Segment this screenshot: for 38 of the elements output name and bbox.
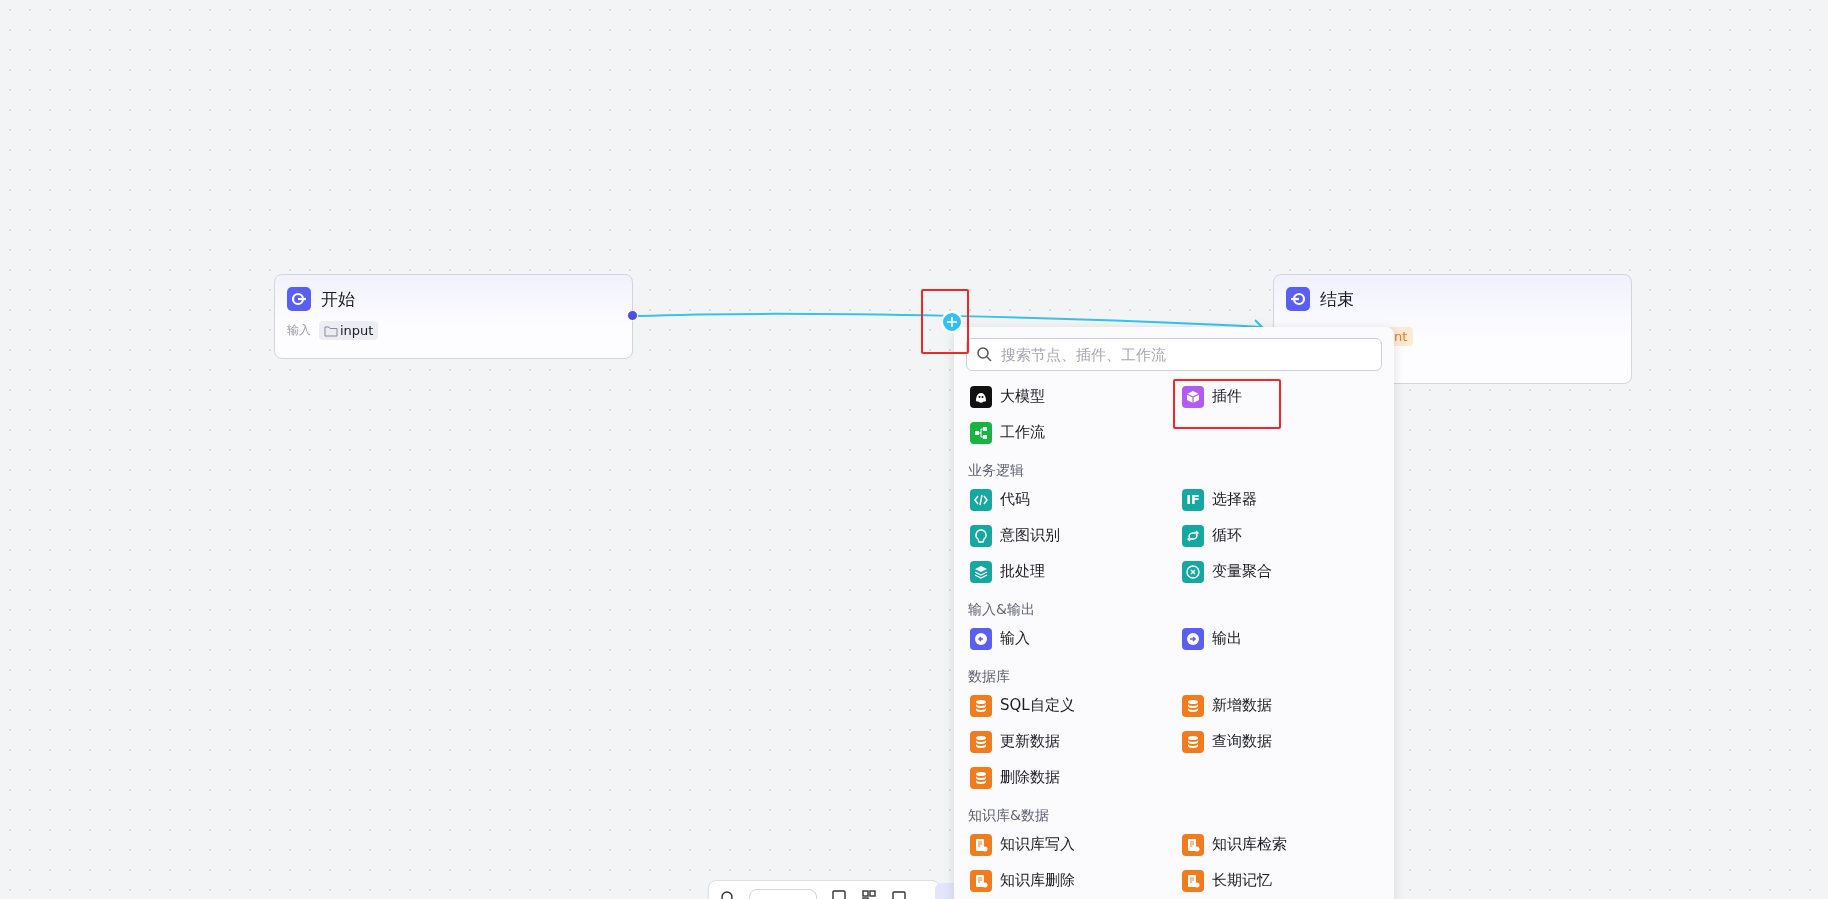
menu-item[interactable]: 长期记忆 xyxy=(1178,865,1276,896)
menu-item[interactable]: 工作流 xyxy=(966,417,1049,448)
menu-item[interactable]: 更新数据 xyxy=(966,726,1064,757)
add-node-button[interactable] xyxy=(941,311,963,333)
start-node[interactable]: 开始 输入 input xyxy=(274,274,633,359)
menu-item[interactable]: 输出 xyxy=(1178,623,1246,654)
node-title: 结束 xyxy=(1320,287,1354,311)
search-field[interactable]: 搜索节点、插件、工作流 xyxy=(966,338,1382,371)
search-icon xyxy=(976,346,992,362)
start-node-icon xyxy=(287,287,311,311)
menu-item[interactable]: 查询数据 xyxy=(1178,726,1276,757)
section-title: 数据库 xyxy=(967,667,1011,686)
menu-item[interactable]: 意图识别 xyxy=(966,520,1064,551)
menu-item[interactable]: 删除数据 xyxy=(966,762,1064,793)
field-label: 输入 xyxy=(287,322,311,339)
section-title: 知识库&数据 xyxy=(967,806,1050,825)
variable-tag: input xyxy=(319,321,379,340)
end-node-icon xyxy=(1286,287,1310,311)
menu-item[interactable]: 插件 xyxy=(1178,381,1246,412)
menu-item[interactable]: 知识库写入 xyxy=(966,829,1079,860)
menu-item[interactable]: 代码 xyxy=(966,484,1034,515)
menu-item[interactable]: 知识库删除 xyxy=(966,865,1079,896)
menu-item[interactable]: 循环 xyxy=(1178,520,1246,551)
menu-item[interactable]: 新增数据 xyxy=(1178,690,1276,721)
section-title: 输入&输出 xyxy=(967,600,1036,619)
node-title: 开始 xyxy=(321,287,355,311)
menu-item[interactable]: 输入 xyxy=(966,623,1034,654)
folder-icon xyxy=(324,324,338,337)
if-icon: IF xyxy=(1182,488,1204,511)
menu-item[interactable]: 知识库检索 xyxy=(1178,829,1291,860)
section-title: 业务逻辑 xyxy=(967,461,1025,480)
menu-item[interactable]: 变量聚合 xyxy=(1178,556,1276,587)
menu-item[interactable]: 大模型 xyxy=(966,381,1049,412)
menu-item[interactable]: IF 选择器 xyxy=(1178,484,1261,515)
annotation-frame xyxy=(921,289,969,354)
menu-item[interactable]: SQL自定义 xyxy=(966,690,1079,721)
output-port[interactable] xyxy=(627,310,638,321)
menu-item[interactable]: 批处理 xyxy=(966,556,1049,587)
